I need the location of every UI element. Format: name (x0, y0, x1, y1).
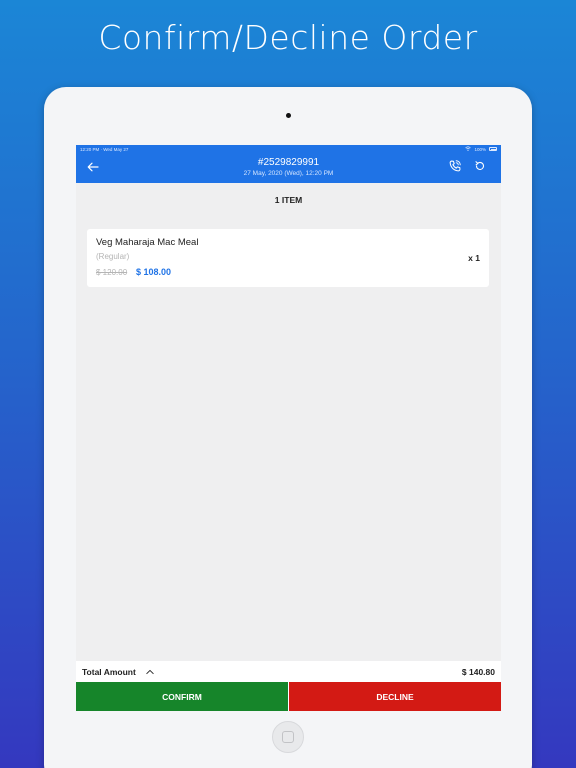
home-button[interactable] (272, 721, 304, 753)
battery-percent: 100% (474, 146, 486, 152)
item-quantity: x 1 (468, 253, 480, 263)
status-time: 12:20 PM · Wed May 27 (80, 146, 129, 152)
order-datetime: 27 May, 2020 (Wed), 12:20 PM (243, 170, 334, 177)
total-label: Total Amount (82, 666, 136, 677)
order-number: #2529829991 (257, 157, 320, 168)
tablet-frame: 12:20 PM · Wed May 27 100% #2529829991 2… (44, 87, 532, 768)
item-original-price: $ 120.00 (96, 268, 128, 277)
items-count: 1 ITEM (274, 195, 303, 205)
call-button[interactable] (447, 159, 463, 178)
total-amount-bar[interactable]: Total Amount $ 140.80 (76, 661, 501, 682)
item-variant: (Regular) (96, 252, 130, 261)
refresh-button[interactable] (472, 160, 488, 176)
order-actions: CONFIRM DECLINE (76, 682, 501, 711)
item-name: Veg Maharaja Mac Meal (96, 237, 199, 248)
app-screen: 12:20 PM · Wed May 27 100% #2529829991 2… (76, 145, 501, 711)
decline-button[interactable]: DECLINE (288, 682, 501, 711)
order-item-card: Veg Maharaja Mac Meal (Regular) $ 120.00… (87, 229, 489, 287)
camera-dot (286, 113, 291, 118)
chevron-up-icon[interactable] (146, 669, 154, 675)
phone-icon (448, 159, 462, 178)
confirm-button[interactable]: CONFIRM (76, 682, 288, 711)
item-price: $ 108.00 (136, 267, 172, 277)
battery-icon (489, 147, 497, 151)
wifi-icon (465, 146, 472, 152)
status-bar: 12:20 PM · Wed May 27 100% (76, 145, 501, 153)
refresh-icon (474, 159, 486, 177)
promo-headline: Confirm/Decline Order (98, 18, 478, 57)
home-square-icon (282, 731, 294, 743)
order-header: #2529829991 27 May, 2020 (Wed), 12:20 PM (76, 153, 501, 183)
total-value: $ 140.80 (461, 666, 495, 677)
